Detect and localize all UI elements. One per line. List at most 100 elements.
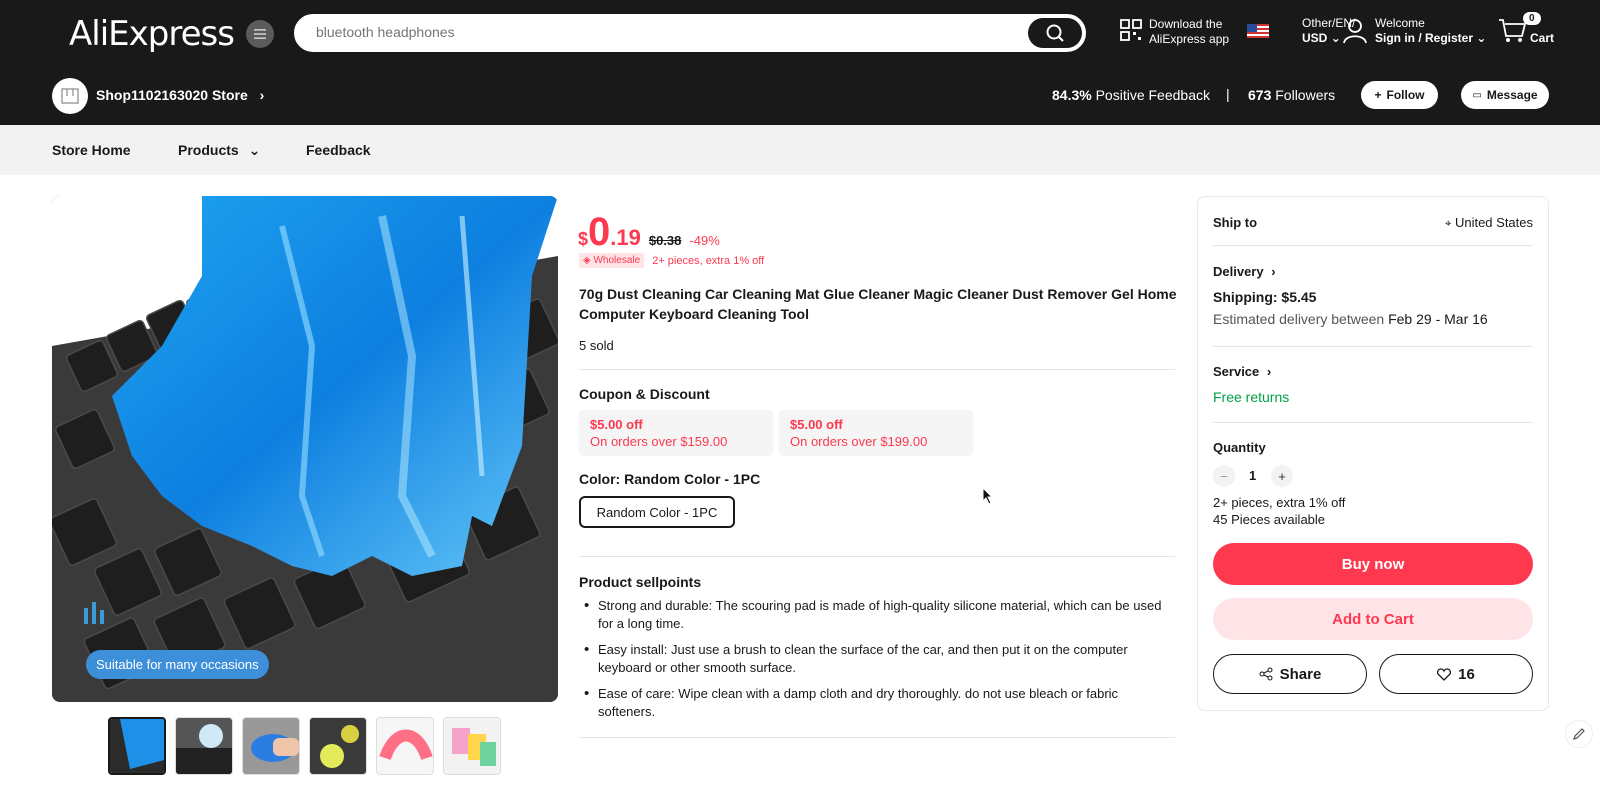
purchase-panel: Ship to ⌖ United States Delivery › Shipp… <box>1197 196 1549 711</box>
color-option[interactable]: Random Color - 1PC <box>579 496 735 528</box>
chevron-right-icon: › <box>1271 264 1276 279</box>
cart-icon <box>1499 19 1526 42</box>
followers-count: 673 <box>1248 87 1272 103</box>
store-name: Shop1102163020 Store <box>96 87 248 103</box>
wholesale-text: 2+ pieces, extra 1% off <box>652 254 765 267</box>
welcome-text: Welcome <box>1375 16 1425 30</box>
product-title: 70g Dust Cleaning Car Cleaning Mat Glue … <box>579 286 1177 322</box>
store-icon <box>61 88 79 104</box>
price-decimal: .19 <box>610 225 641 250</box>
quantity-value[interactable]: 1 <box>1249 468 1256 483</box>
divider <box>1213 422 1533 423</box>
divider <box>579 556 1175 557</box>
original-price: $0.38 <box>648 233 682 248</box>
sellpoint-item: Easy install: Just use a brush to clean … <box>579 641 1169 677</box>
coupon-condition: On orders over $159.00 <box>590 434 728 449</box>
wholesale-badge: ◈ Wholesale <box>579 253 645 268</box>
thumbnail-6[interactable] <box>443 717 501 775</box>
search-button[interactable] <box>1028 18 1082 48</box>
coupon-condition: On orders over $199.00 <box>790 434 928 449</box>
sellpoint-item: Strong and durable: The scouring pad is … <box>579 597 1169 633</box>
sellpoints-list: Strong and durable: The scouring pad is … <box>579 597 1169 729</box>
image-caption-tag: Suitable for many occasions <box>86 650 269 679</box>
store-bar: Shop1102163020 Store › 84.3% Positive Fe… <box>0 75 1600 115</box>
feedback-edit-button[interactable] <box>1565 720 1593 748</box>
mouse-cursor-icon <box>982 487 994 505</box>
coupon-title: Coupon & Discount <box>579 386 710 402</box>
delivery-link[interactable]: Delivery › <box>1213 264 1276 279</box>
search-bar <box>294 14 1086 52</box>
nav-store-home[interactable]: Store Home <box>52 142 131 158</box>
service-link[interactable]: Service › <box>1213 364 1271 379</box>
color-label: Color: Random Color - 1PC <box>579 471 761 487</box>
estimated-delivery: Estimated delivery between Feb 29 - Mar … <box>1213 311 1488 327</box>
aliexpress-logo[interactable]: AliExpress <box>69 14 235 54</box>
wishlist-count: 16 <box>1458 665 1475 683</box>
divider <box>579 737 1175 738</box>
ship-to-value: United States <box>1454 215 1533 230</box>
store-nav: Store Home Products ⌄ Feedback <box>0 125 1600 175</box>
hamburger-icon <box>254 29 266 39</box>
chevron-down-icon: ⌄ <box>248 142 261 158</box>
est-dates: Feb 29 - Mar 16 <box>1388 311 1488 327</box>
message-icon: ▭ <box>1472 89 1482 101</box>
wholesale-badge-label: Wholesale <box>593 255 641 266</box>
nav-products-label: Products <box>178 142 239 158</box>
thumbnail-2[interactable] <box>175 717 233 775</box>
plus-icon: + <box>1278 468 1286 484</box>
search-input[interactable] <box>316 24 996 40</box>
service-label: Service <box>1213 364 1260 379</box>
pencil-icon <box>1573 728 1585 740</box>
store-name-link[interactable]: Shop1102163020 Store › <box>96 87 264 103</box>
quantity-note: 2+ pieces, extra 1% off <box>1213 495 1346 510</box>
thumbnail-5[interactable] <box>376 717 434 775</box>
coupon-card[interactable]: $5.00 off On orders over $159.00 <box>579 410 773 456</box>
thumbnail-4[interactable] <box>309 717 367 775</box>
ship-to-selector[interactable]: ⌖ United States <box>1445 215 1533 231</box>
delivery-label: Delivery <box>1213 264 1264 279</box>
wholesale-info: ◈ Wholesale 2+ pieces, extra 1% off <box>579 253 764 268</box>
minus-icon: − <box>1220 468 1228 484</box>
follow-label: Follow <box>1386 88 1425 102</box>
follow-button[interactable]: + Follow <box>1361 81 1438 109</box>
feedback-label: Positive Feedback <box>1095 87 1210 103</box>
wishlist-button[interactable]: 16 <box>1379 654 1533 694</box>
share-button[interactable]: Share <box>1213 654 1367 694</box>
quantity-decrease-button[interactable]: − <box>1213 465 1235 487</box>
cart-count-badge: 0 <box>1523 12 1541 25</box>
thumbnail-1[interactable] <box>108 717 166 775</box>
currency-symbol: $ <box>578 229 589 249</box>
nav-feedback[interactable]: Feedback <box>306 142 371 158</box>
quantity-increase-button[interactable]: + <box>1271 465 1293 487</box>
est-prefix: Estimated delivery between <box>1213 311 1385 327</box>
ship-to-label: Ship to <box>1213 215 1258 230</box>
main-product-image[interactable]: Suitable for many occasions <box>52 196 558 702</box>
chevron-right-icon: › <box>259 87 265 103</box>
menu-button[interactable] <box>246 20 274 48</box>
thumbnail-3[interactable] <box>242 717 300 775</box>
message-button[interactable]: ▭ Message <box>1461 81 1549 109</box>
stat-separator: | <box>1226 86 1230 102</box>
user-icon <box>1343 19 1367 44</box>
sellpoints-title: Product sellpoints <box>579 574 702 590</box>
divider <box>1213 245 1533 246</box>
coupon-amount: $5.00 off <box>790 417 843 432</box>
store-avatar[interactable] <box>52 78 88 114</box>
sold-count: 5 sold <box>579 338 614 353</box>
discount-percent: -49% <box>689 233 720 248</box>
share-label: Share <box>1279 665 1322 683</box>
followers-stat: 673 Followers <box>1248 87 1335 103</box>
chevron-down-icon: ⌄ <box>1476 31 1487 45</box>
price-row: $0.19 $0.38 -49% <box>578 210 720 255</box>
message-label: Message <box>1486 88 1538 102</box>
tag-icon: ◈ <box>583 255 591 266</box>
search-icon <box>1046 24 1064 42</box>
nav-products[interactable]: Products ⌄ <box>178 142 260 159</box>
sign-in-link[interactable]: Sign in / Register <box>1375 31 1473 45</box>
thumbnail-strip <box>108 717 501 775</box>
buy-now-button[interactable]: Buy now <box>1213 543 1533 585</box>
plus-icon: + <box>1374 88 1382 102</box>
add-to-cart-button[interactable]: Add to Cart <box>1213 598 1533 640</box>
heart-icon <box>1437 667 1452 681</box>
coupon-card[interactable]: $5.00 off On orders over $199.00 <box>779 410 973 456</box>
